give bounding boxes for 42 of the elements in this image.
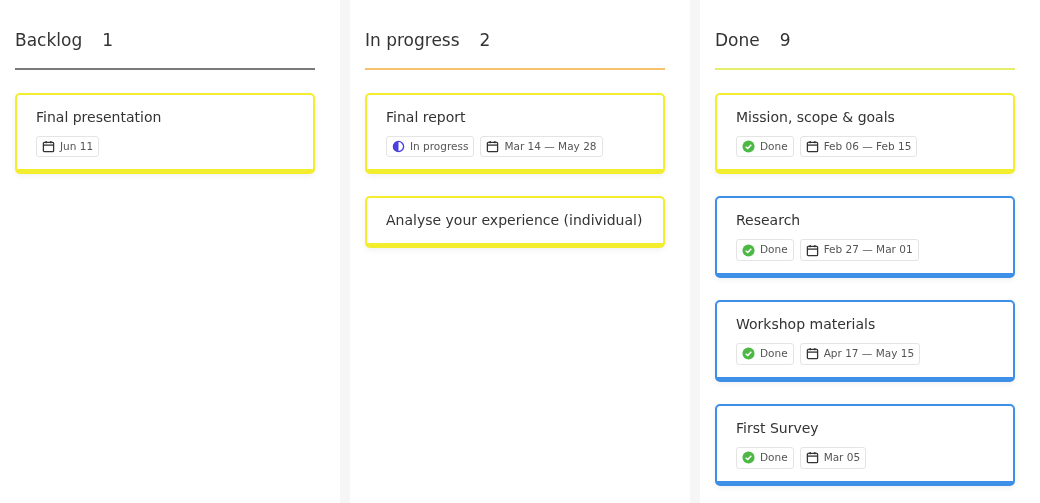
date-tag: Jun 11	[36, 135, 100, 158]
half-circle-icon	[392, 139, 405, 153]
check-circle-icon	[742, 139, 755, 153]
card-title: Final presentation	[36, 107, 163, 127]
check-circle-icon	[742, 451, 755, 465]
calendar-icon	[805, 451, 819, 465]
date-tag: Feb 27 — Mar 01	[799, 239, 919, 261]
status-tag: Done	[736, 343, 794, 365]
task-card[interactable]: First Survey Done Mar 05	[715, 403, 1015, 486]
card-title: First Survey	[736, 418, 820, 438]
card-title: Final report	[386, 107, 467, 127]
date-tag: Mar 14 — May 28	[480, 135, 603, 158]
task-card[interactable]: Mission, scope & goals Done Feb 06 — Feb 15	[715, 92, 1015, 175]
status-tag: Done	[736, 239, 794, 261]
calendar-icon	[42, 139, 55, 153]
task-card[interactable]: Final presentation Jun 11	[15, 92, 315, 175]
column-title: In progress	[365, 29, 460, 52]
card-count: 9	[779, 29, 791, 52]
task-card[interactable]: Final report In progress Mar 14 — May 28	[365, 92, 665, 175]
card-count: 1	[102, 29, 113, 52]
calendar-icon	[486, 139, 500, 153]
status-tag: Done	[736, 446, 794, 469]
status-tag: In progress	[386, 135, 475, 158]
check-circle-icon	[742, 347, 755, 361]
status-tag: Done	[736, 135, 794, 158]
calendar-icon	[805, 139, 819, 153]
column-title: Backlog	[15, 29, 83, 52]
task-card[interactable]: Workshop materials Done Apr 17 — May 15	[715, 300, 1015, 382]
check-circle-icon	[742, 243, 755, 257]
card-title: Mission, scope & goals	[736, 107, 896, 127]
card-title: Analyse your experience (individual)	[386, 211, 644, 231]
card-title: Research	[736, 211, 802, 231]
date-tag: Apr 17 — May 15	[799, 343, 921, 365]
calendar-icon	[805, 243, 819, 257]
column-title: Done	[715, 29, 760, 52]
task-card[interactable]: Analyse your experience (individual)	[365, 196, 665, 249]
card-title: Workshop materials	[736, 315, 877, 334]
calendar-icon	[805, 347, 819, 361]
date-tag: Mar 05	[799, 446, 867, 469]
card-count: 2	[479, 29, 491, 52]
date-tag: Feb 06 — Feb 15	[799, 135, 918, 158]
task-card[interactable]: Research Done Feb 27 — Mar 01	[715, 196, 1015, 278]
